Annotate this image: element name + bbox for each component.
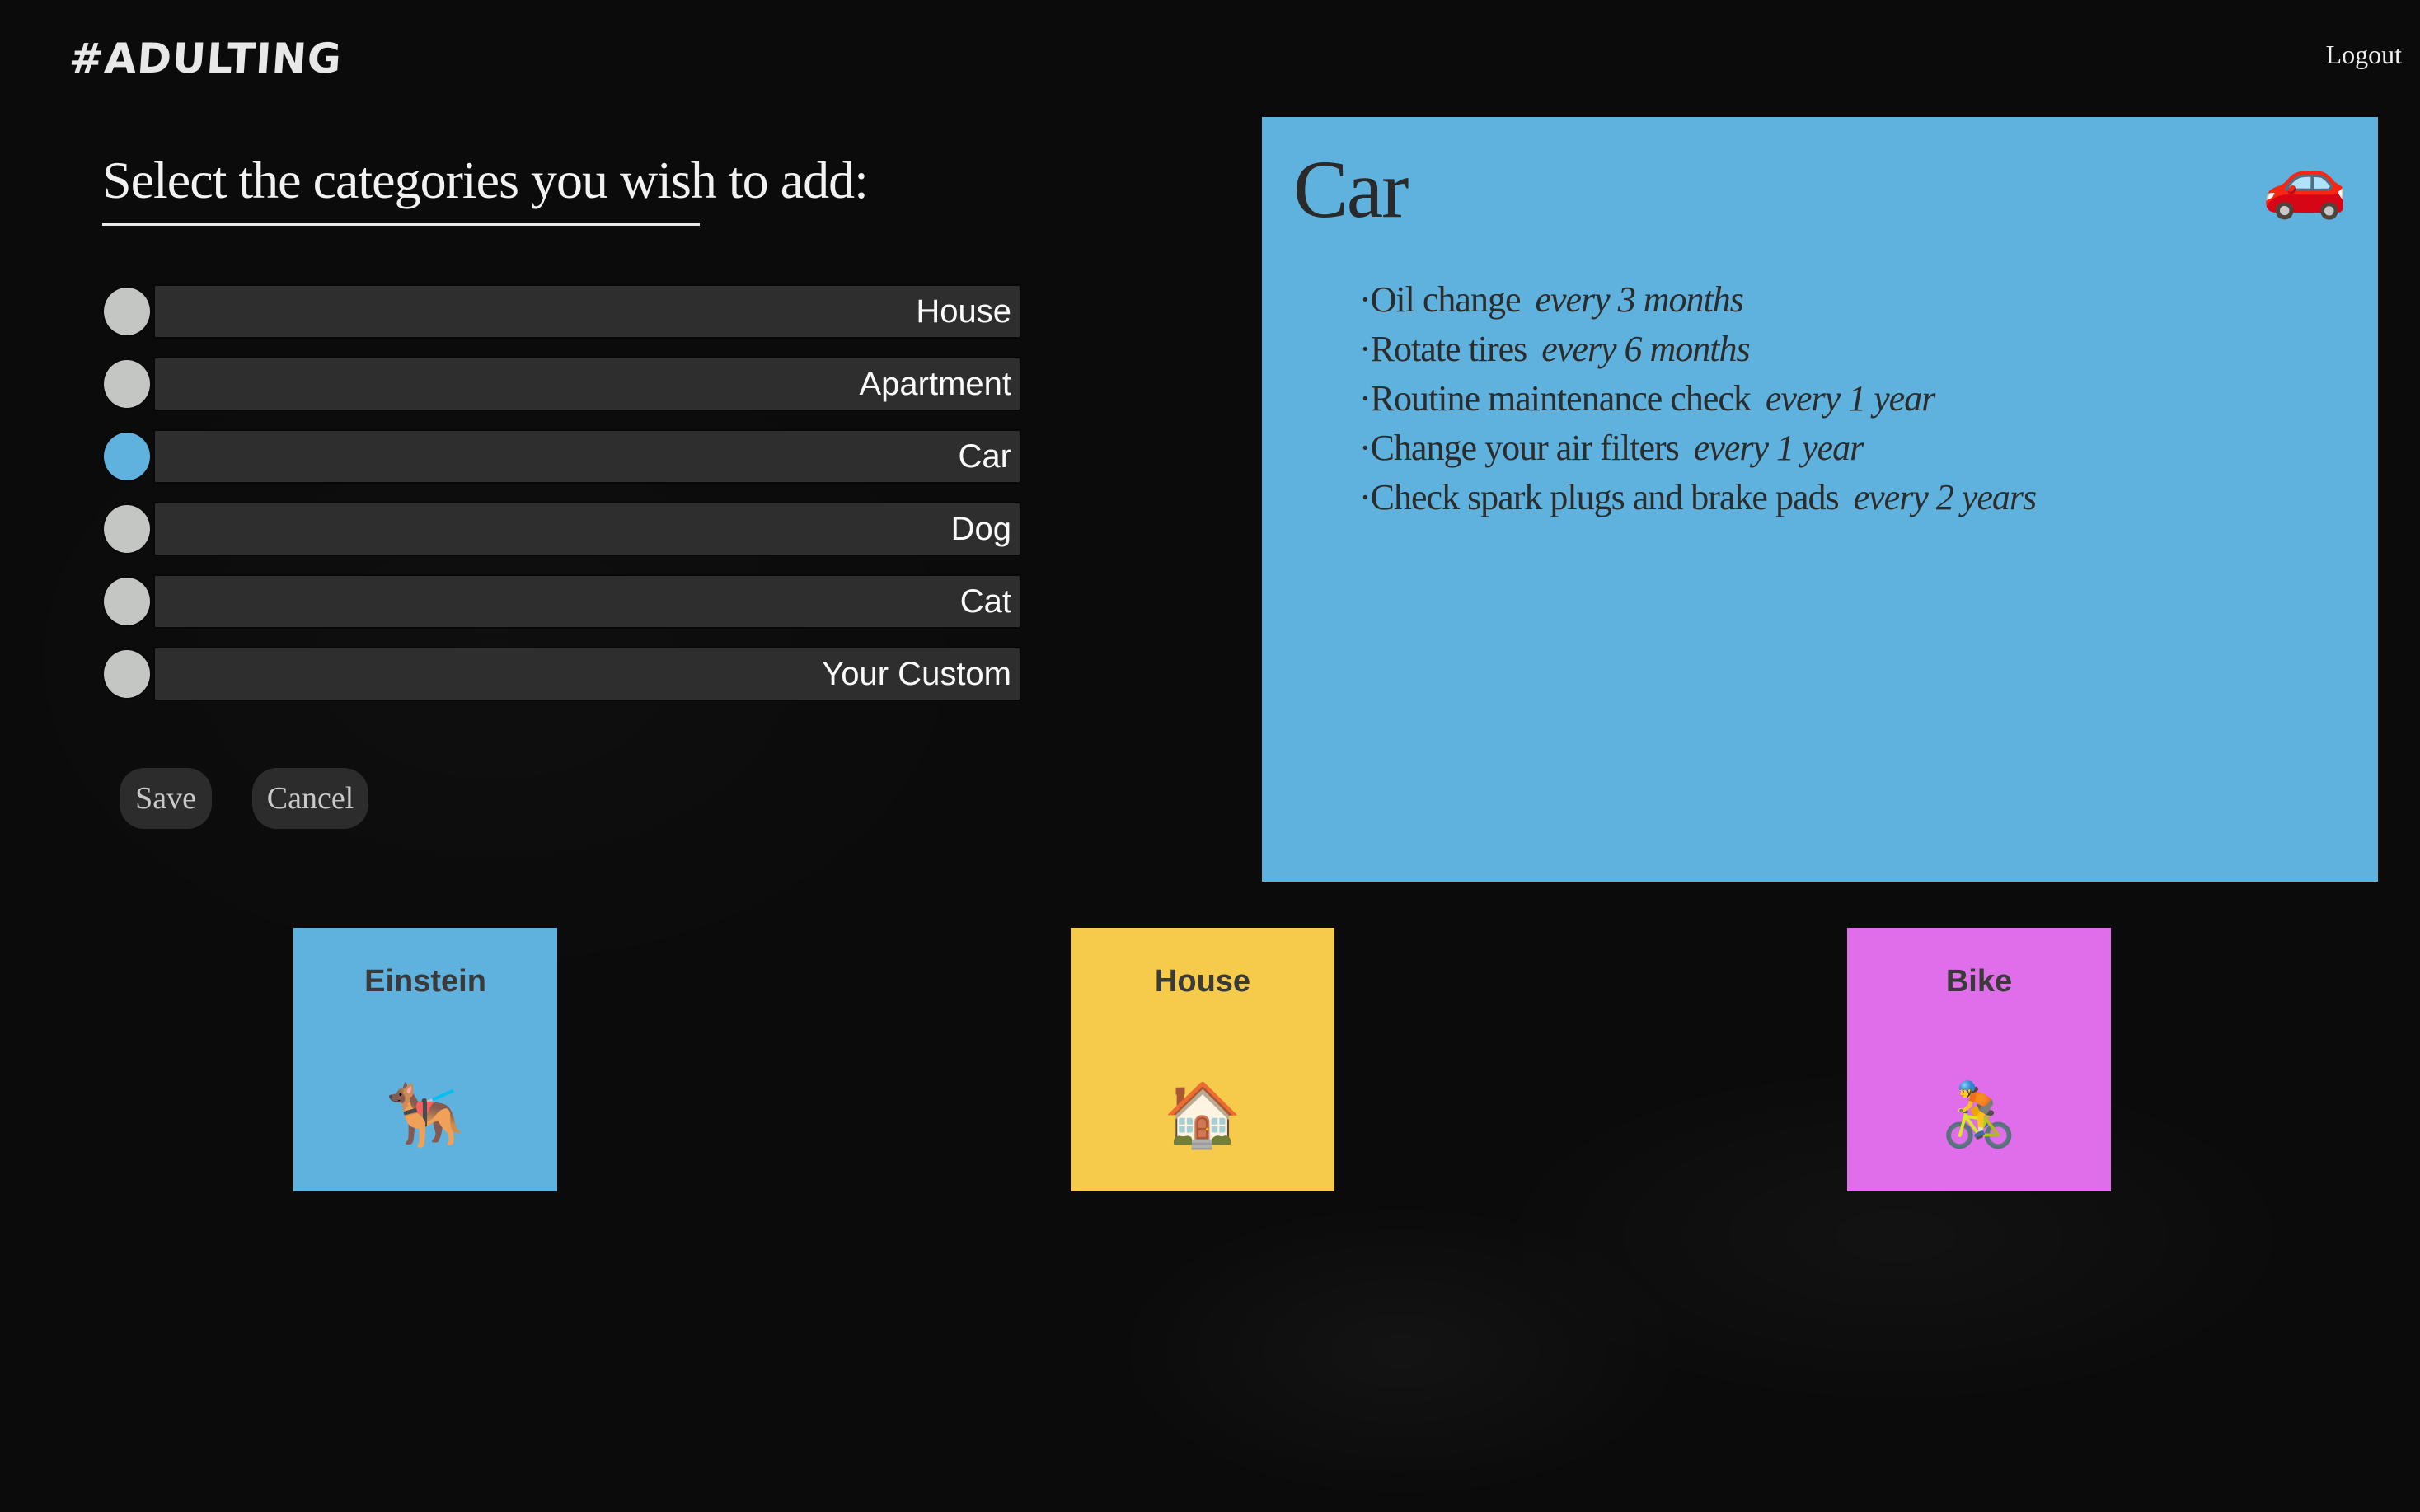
task-frequency: every 3 months [1535,279,1743,320]
task-item: ·Check spark plugs and brake pads every 2… [1359,473,2038,522]
category-label[interactable]: Car [153,429,1021,484]
tile-name: House [1154,964,1251,999]
tile-einstein[interactable]: Einstein 🐕‍🦺 [293,928,557,1191]
tile-house[interactable]: House 🏠 [1071,928,1334,1191]
category-radio[interactable] [102,358,152,410]
category-label[interactable]: House [153,284,1021,339]
logout-link[interactable]: Logout [2326,40,2402,70]
category-radio[interactable] [102,503,152,555]
task-frequency: every 1 year [1693,428,1864,468]
bullet: · [1359,279,1372,320]
category-row-dog[interactable]: Dog [102,502,1021,556]
task-frequency: every 6 months [1541,329,1750,369]
detail-title: Car [1293,143,1409,235]
title-underline [102,223,700,226]
task-item: ·Rotate tires every 6 months [1359,325,2036,374]
category-radio[interactable] [102,648,152,700]
task-name: Rotate tires [1370,329,1528,369]
category-label[interactable]: Dog [153,502,1021,556]
category-row-cat[interactable]: Cat [102,574,1021,629]
task-name: Routine maintenance check [1370,378,1752,419]
bullet: · [1359,329,1372,369]
task-item: ·Routine maintenance check every 1 year [1359,374,2036,424]
category-radio[interactable] [102,286,152,337]
category-row-house[interactable]: House [102,284,1021,339]
bullet: · [1359,477,1372,517]
task-name: Change your air filters [1370,428,1680,468]
category-row-apartment[interactable]: Apartment [102,357,1021,411]
task-item: ·Oil change every 3 months [1359,275,2036,325]
task-item: ·Change your air filters every 1 year [1359,424,2036,473]
cyclist-icon: 🚴 [1939,1081,2019,1150]
house-icon: 🏠 [1163,1081,1242,1150]
app-logo[interactable]: #ADULTING [68,35,344,82]
bullet: · [1359,428,1372,468]
category-label[interactable]: Your Custom [153,647,1021,701]
task-frequency: every 1 year [1765,378,1935,419]
car-icon: 🚗 [2262,144,2348,221]
category-row-car[interactable]: Car [102,429,1021,484]
category-radio[interactable] [102,576,152,627]
task-frequency: every 2 years [1853,477,2038,517]
save-button[interactable]: Save [120,768,212,829]
category-detail-panel: Car 🚗 ·Oil change every 3 months ·Rotate … [1262,117,2378,882]
page-title: Select the categories you wish to add: [102,151,869,209]
category-label[interactable]: Apartment [153,357,1021,411]
task-name: Check spark plugs and brake pads [1370,477,1840,517]
category-radio[interactable] [102,431,152,482]
task-name: Oil change [1370,279,1522,320]
cancel-button[interactable]: Cancel [252,768,368,829]
category-row-custom[interactable]: Your Custom [102,647,1021,701]
service-dog-icon: 🐕‍🦺 [386,1081,465,1150]
tile-bike[interactable]: Bike 🚴 [1847,928,2111,1191]
tile-name: Bike [1945,964,2013,999]
category-label[interactable]: Cat [153,574,1021,629]
bullet: · [1359,378,1372,419]
task-list: ·Oil change every 3 months ·Rotate tires e… [1359,275,2038,522]
tile-name: Einstein [364,964,486,999]
